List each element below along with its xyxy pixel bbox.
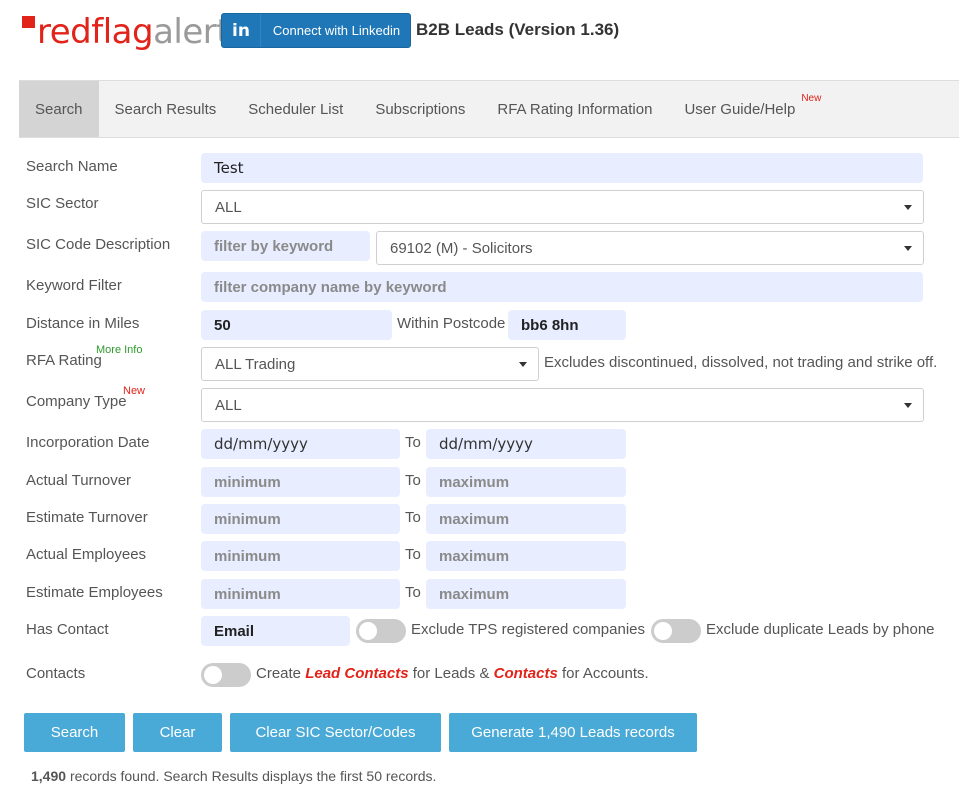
tab-label: Scheduler List — [248, 100, 344, 118]
postcode-input[interactable]: bb6 8hn — [508, 310, 626, 340]
actual-employees-label: Actual Employees — [26, 546, 147, 563]
more-info-link[interactable]: More Info — [96, 344, 142, 356]
rfa-rating-note: Excludes discontinued, dissolved, not tr… — [544, 354, 938, 371]
exclude-tps-toggle[interactable] — [356, 619, 406, 643]
estimate-turnover-label: Estimate Turnover — [26, 509, 148, 526]
app-title: B2B Leads (Version 1.36) — [416, 20, 620, 39]
records-found-text: 1,490 records found. Search Results disp… — [31, 768, 436, 784]
within-postcode-label: Within Postcode — [397, 315, 506, 332]
connect-linkedin-button[interactable]: in Connect with Linkedin — [221, 13, 411, 48]
contacts-text-3: for Accounts. — [561, 665, 649, 682]
keyword-filter-label: Keyword Filter — [26, 277, 122, 294]
tab-search[interactable]: Search — [19, 81, 99, 137]
tab-label: Search Results — [114, 100, 217, 118]
actual-turnover-max-input[interactable]: maximum — [426, 467, 626, 497]
linkedin-icon: in — [222, 14, 261, 47]
to-label: To — [405, 472, 421, 489]
rfa-rating-label-text: RFA Rating — [26, 352, 102, 369]
contacts-label: Contacts — [26, 665, 86, 682]
company-type-select[interactable]: ALL — [201, 388, 924, 422]
sic-sector-select[interactable]: ALL — [201, 190, 924, 224]
company-type-label: Company Type — [26, 393, 127, 410]
to-label: To — [405, 434, 421, 451]
distance-input[interactable]: 50 — [201, 310, 392, 340]
search-button[interactable]: Search — [24, 713, 125, 752]
actual-employees-min-input[interactable]: minimum — [201, 541, 400, 571]
has-contact-select[interactable]: Email — [201, 616, 350, 646]
rfa-rating-value: ALL Trading — [215, 355, 296, 373]
estimate-turnover-max-input[interactable]: maximum — [426, 504, 626, 534]
search-name-input[interactable]: Test — [201, 153, 923, 183]
to-label: To — [405, 584, 421, 601]
estimate-employees-max-input[interactable]: maximum — [426, 579, 626, 609]
generate-leads-button[interactable]: Generate 1,490 Leads records — [449, 713, 697, 752]
incorporation-from-input[interactable]: dd/mm/yyyy — [201, 429, 400, 459]
records-count: 1,490 — [31, 768, 67, 784]
distance-label: Distance in Miles — [26, 315, 140, 332]
tab-label: RFA Rating Information — [497, 100, 653, 118]
tab-scheduler-list[interactable]: Scheduler List — [232, 81, 359, 137]
caret-down-icon — [904, 403, 912, 408]
sic-code-value: 69102 (M) - Solicitors — [390, 239, 533, 257]
keyword-filter-input[interactable]: filter company name by keyword — [201, 272, 923, 302]
sic-sector-value: ALL — [215, 198, 242, 216]
tab-label: User Guide/Help — [684, 100, 796, 118]
to-label: To — [405, 546, 421, 563]
toggle-knob — [359, 622, 377, 640]
clear-sic-button[interactable]: Clear SIC Sector/Codes — [230, 713, 441, 752]
redflagalert-logo: redflagalert — [22, 12, 230, 52]
sic-code-filter-input[interactable]: filter by keyword — [201, 231, 370, 261]
linkedin-button-label: Connect with Linkedin — [272, 23, 401, 38]
actual-turnover-label: Actual Turnover — [26, 472, 132, 489]
logo-text-red: redflag — [37, 12, 154, 52]
logo-text-grey: alert — [153, 12, 230, 52]
to-label: To — [405, 509, 421, 526]
new-badge: New — [123, 385, 146, 397]
estimate-turnover-min-input[interactable]: minimum — [201, 504, 400, 534]
estimate-employees-min-input[interactable]: minimum — [201, 579, 400, 609]
create-contacts-toggle[interactable] — [201, 663, 251, 687]
sic-code-select[interactable]: 69102 (M) - Solicitors — [376, 231, 924, 265]
search-name-label: Search Name — [26, 158, 118, 175]
tab-label: Search — [35, 100, 83, 118]
caret-down-icon — [519, 362, 527, 367]
caret-down-icon — [904, 246, 912, 251]
toggle-knob — [654, 622, 672, 640]
sic-sector-label: SIC Sector — [26, 195, 99, 212]
records-text: records found. Search Results displays t… — [69, 768, 437, 784]
tab-user-guide-help[interactable]: User Guide/Help New — [668, 81, 823, 137]
contacts-emphasis: Contacts — [493, 665, 558, 682]
exclude-duplicate-toggle[interactable] — [651, 619, 701, 643]
tab-subscriptions[interactable]: Subscriptions — [359, 81, 481, 137]
contacts-text-2: for Leads & — [412, 665, 490, 682]
actual-turnover-min-input[interactable]: minimum — [201, 467, 400, 497]
company-type-value: ALL — [215, 396, 242, 414]
tab-label: Subscriptions — [375, 100, 466, 118]
tab-search-results[interactable]: Search Results — [99, 81, 233, 137]
clear-button[interactable]: Clear — [133, 713, 222, 752]
estimate-employees-label: Estimate Employees — [26, 584, 163, 601]
incorporation-date-label: Incorporation Date — [26, 434, 150, 451]
has-contact-label: Has Contact — [26, 621, 109, 638]
caret-down-icon — [904, 205, 912, 210]
tab-rfa-rating-information[interactable]: RFA Rating Information — [481, 81, 668, 137]
rfa-rating-label: RFA Rating — [26, 352, 102, 369]
incorporation-to-input[interactable]: dd/mm/yyyy — [426, 429, 626, 459]
new-badge: New — [801, 93, 822, 104]
flag-icon — [22, 16, 35, 28]
actual-employees-max-input[interactable]: maximum — [426, 541, 626, 571]
exclude-tps-label: Exclude TPS registered companies — [411, 621, 646, 638]
create-contacts-text: Create Lead Contacts for Leads & Contact… — [256, 665, 649, 682]
rfa-rating-select[interactable]: ALL Trading — [201, 347, 539, 381]
exclude-duplicate-label: Exclude duplicate Leads by phone — [706, 621, 935, 638]
lead-contacts-emphasis: Lead Contacts — [305, 665, 409, 682]
sic-code-label: SIC Code Description — [26, 236, 171, 253]
contacts-text-1: Create — [256, 665, 302, 682]
main-tabs: Search Search Results Scheduler List Sub… — [19, 80, 959, 138]
toggle-knob — [204, 666, 222, 684]
